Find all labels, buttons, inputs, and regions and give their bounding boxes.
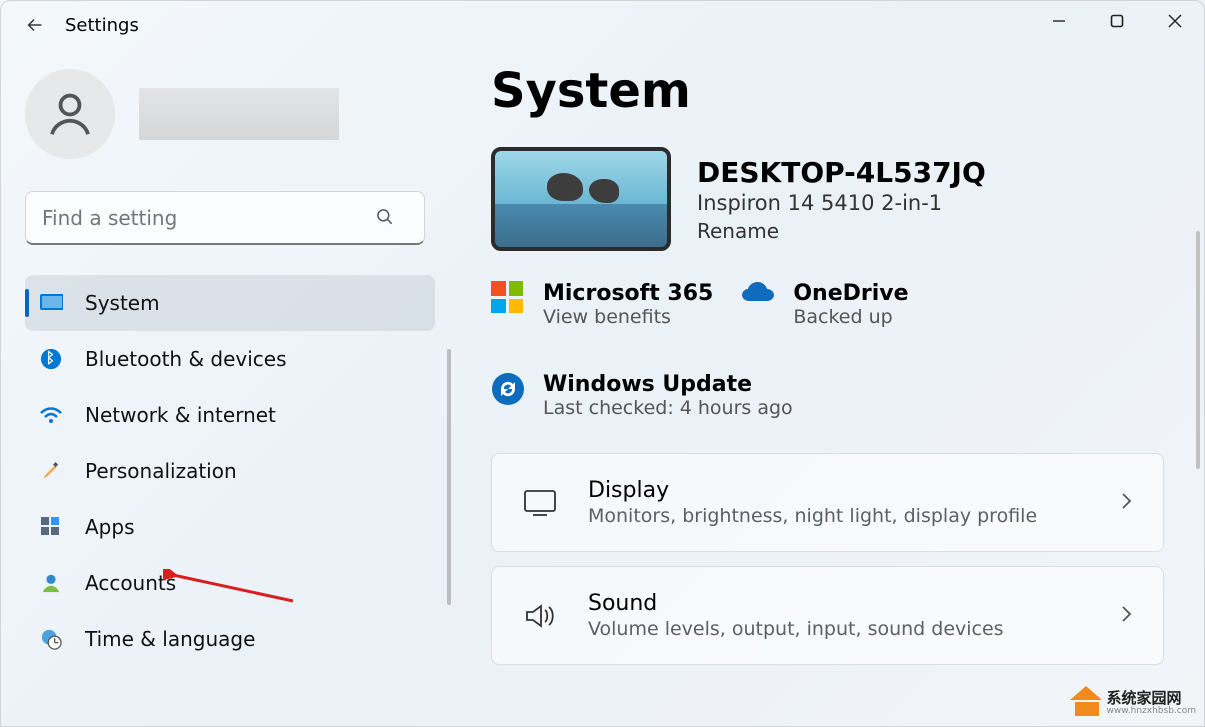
back-button[interactable] xyxy=(15,5,55,45)
nav-label: Bluetooth & devices xyxy=(85,347,287,371)
nav-item-bluetooth[interactable]: Bluetooth & devices xyxy=(25,331,435,387)
card-sound[interactable]: Sound Volume levels, output, input, soun… xyxy=(491,566,1164,665)
device-model: Inspiron 14 5410 2-in-1 xyxy=(697,191,986,215)
nav-label: Apps xyxy=(85,515,135,539)
card-title: Sound xyxy=(588,591,1004,616)
windows-update-icon xyxy=(491,372,527,408)
nav-label: Accounts xyxy=(85,571,176,595)
nav-item-personalization[interactable]: Personalization xyxy=(25,443,435,499)
titlebar: Settings xyxy=(1,1,1204,49)
rename-link[interactable]: Rename xyxy=(697,219,986,243)
chevron-right-icon xyxy=(1119,491,1133,515)
tile-microsoft-365[interactable]: Microsoft 365 View benefits xyxy=(491,281,713,328)
nav-item-accounts[interactable]: Accounts xyxy=(25,555,435,611)
user-profile[interactable] xyxy=(25,69,435,159)
user-name-redacted xyxy=(139,88,339,140)
nav-label: System xyxy=(85,291,160,315)
nav-label: Network & internet xyxy=(85,403,276,427)
display-icon xyxy=(522,485,558,521)
close-button[interactable] xyxy=(1146,1,1204,41)
clock-globe-icon xyxy=(39,627,63,651)
minimize-button[interactable] xyxy=(1030,1,1088,41)
tile-title: Microsoft 365 xyxy=(543,281,713,306)
page-heading: System xyxy=(491,63,1164,119)
tile-sub: View benefits xyxy=(543,306,713,328)
device-name: DESKTOP-4L537JQ xyxy=(697,156,986,189)
avatar xyxy=(25,69,115,159)
card-title: Display xyxy=(588,478,1037,503)
nav-item-network[interactable]: Network & internet xyxy=(25,387,435,443)
nav-item-system[interactable]: System xyxy=(25,275,435,331)
tile-title: Windows Update xyxy=(543,372,793,397)
nav-label: Personalization xyxy=(85,459,237,483)
onedrive-icon xyxy=(741,281,777,317)
house-icon xyxy=(1071,690,1101,716)
search-icon xyxy=(375,207,395,231)
tile-onedrive[interactable]: OneDrive Backed up xyxy=(741,281,908,328)
sound-icon xyxy=(522,598,558,634)
main-content: System DESKTOP-4L537JQ Inspiron 14 5410 … xyxy=(451,49,1204,726)
bluetooth-icon xyxy=(39,347,63,371)
watermark-url: www.hnzxhbsb.com xyxy=(1107,706,1196,716)
nav: System Bluetooth & devices Network & int… xyxy=(25,275,435,667)
app-title: Settings xyxy=(65,15,139,36)
microsoft-logo-icon xyxy=(491,281,527,317)
maximize-button[interactable] xyxy=(1088,1,1146,41)
nav-item-time-language[interactable]: Time & language xyxy=(25,611,435,667)
wifi-icon xyxy=(39,403,63,427)
sidebar: System Bluetooth & devices Network & int… xyxy=(1,49,451,726)
device-summary: DESKTOP-4L537JQ Inspiron 14 5410 2-in-1 … xyxy=(491,147,1164,251)
nav-label: Time & language xyxy=(85,627,255,651)
chevron-right-icon xyxy=(1119,604,1133,628)
card-display[interactable]: Display Monitors, brightness, night ligh… xyxy=(491,453,1164,552)
tile-sub: Backed up xyxy=(793,306,908,328)
apps-icon xyxy=(39,515,63,539)
tile-sub: Last checked: 4 hours ago xyxy=(543,397,793,419)
nav-item-apps[interactable]: Apps xyxy=(25,499,435,555)
person-icon xyxy=(39,571,63,595)
tile-title: OneDrive xyxy=(793,281,908,306)
search-input[interactable] xyxy=(25,191,425,245)
watermark: 系统家园网 www.hnzxhbsb.com xyxy=(1071,690,1196,716)
card-sub: Volume levels, output, input, sound devi… xyxy=(588,618,1004,640)
main-scrollbar[interactable] xyxy=(1196,231,1200,469)
paintbrush-icon xyxy=(39,459,63,483)
desktop-wallpaper-thumb xyxy=(491,147,671,251)
tile-windows-update[interactable]: Windows Update Last checked: 4 hours ago xyxy=(491,372,1164,419)
watermark-text: 系统家园网 xyxy=(1107,691,1196,706)
system-icon xyxy=(39,291,63,315)
card-sub: Monitors, brightness, night light, displ… xyxy=(588,505,1037,527)
